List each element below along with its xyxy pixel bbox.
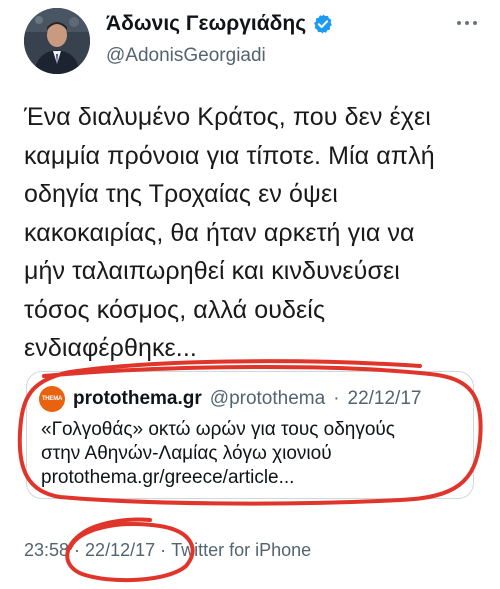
tweet-text-line: οδηγία της Τροχαίας εν όψει (24, 180, 338, 208)
separator-dot: · (160, 540, 167, 560)
tweet-text-line: ενδιαφέρθηκε... (24, 334, 197, 362)
tweet-text-line: μήν ταλαιπωρηθεί και κινδυνεύσει (24, 257, 400, 285)
tweet-date[interactable]: 22/12/17 (85, 540, 155, 561)
quoted-text-line: «Γολγοθάς» οκτώ ωρών για τους οδηγούς (41, 419, 395, 440)
tweet: Άδωνις Γεωργιάδης @AdonisGeorgiadi Ένα δ… (0, 0, 500, 589)
quoted-text-line: στην Αθηνών-Λαμίας λόγω χιονιού (41, 443, 332, 464)
author-display-name[interactable]: Άδωνις Γεωργιάδης (106, 12, 306, 36)
tweet-client: Twitter for iPhone (171, 540, 312, 560)
tweet-time[interactable]: 23:58 (24, 540, 69, 561)
profile-photo-icon (24, 8, 90, 74)
tweet-text-line: τόσος κόσμος, αλλά ουδείς (24, 295, 326, 324)
quoted-tweet-text: «Γολγοθάς» οκτώ ωρών για τους οδηγούς στ… (41, 418, 469, 490)
protothema-logo-icon: THEMA (39, 386, 65, 412)
tweet-text-line: καμμία πρόνοια για τίποτε. Μία απλή (24, 141, 435, 170)
separator-dot: · (333, 388, 340, 409)
tweet-text-line: Ένα διαλυμένο Κράτος, που δεν έχει (24, 103, 431, 131)
tweet-text-line: κακοκαιρίας, θα ήταν αρκετή για να (24, 218, 415, 247)
verified-badge-icon (314, 14, 333, 34)
quoted-article-link[interactable]: protothema.gr/greece/article... (41, 466, 469, 490)
quoted-source-name[interactable]: protothema.gr (73, 388, 202, 410)
author-name-row: Άδωνις Γεωργιάδης (106, 12, 334, 36)
quoted-source-handle[interactable]: @protothema (210, 388, 325, 410)
author-avatar[interactable] (24, 8, 90, 74)
separator-dot: · (74, 540, 81, 560)
quoted-tweet-header: THEMA protothema.gr @protothema · 22/12/… (39, 386, 421, 412)
quoted-date: 22/12/17 (347, 388, 422, 409)
quoted-tweet-card[interactable]: THEMA protothema.gr @protothema · 22/12/… (26, 371, 474, 499)
tweet-text: Ένα διαλυμένο Κράτος, που δεν έχει καμμί… (24, 98, 489, 368)
more-dots-icon[interactable] (452, 14, 482, 32)
tweet-metadata: 23:58 · 22/12/17 · Twitter for iPhone (24, 540, 311, 561)
author-handle[interactable]: @AdonisGeorgiadi (106, 45, 266, 67)
